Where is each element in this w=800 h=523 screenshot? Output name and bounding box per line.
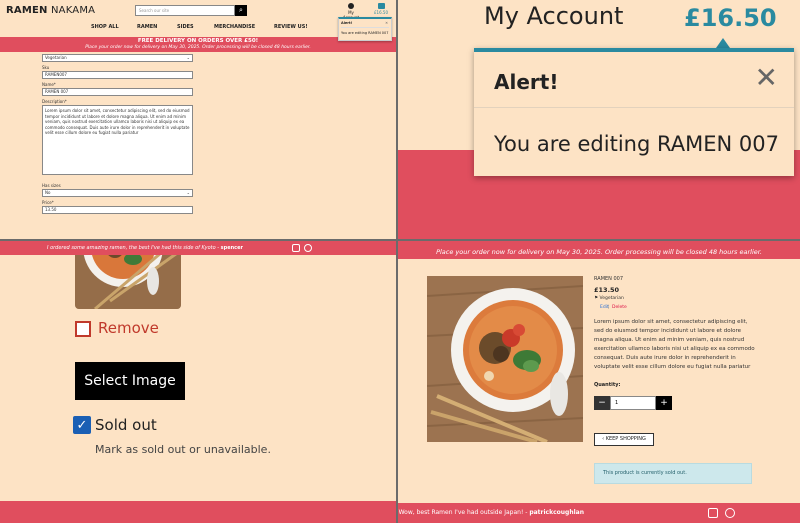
image-options-panel: Remove Select Image ✓ Sold out Mark as s…: [0, 241, 396, 523]
alert-toast: Alert! ✕ You are editing RAMEN 007: [474, 48, 794, 176]
search-button[interactable]: ⌕: [235, 5, 247, 16]
sold-out-label: Sold out: [95, 416, 157, 434]
delete-link[interactable]: Delete: [612, 305, 627, 310]
remove-image-checkbox[interactable]: [75, 321, 91, 337]
delivery-banner: Place your order now for delivery on May…: [398, 241, 800, 259]
checkmark-icon: ✓: [76, 418, 88, 433]
delivery-banner: FREE DELIVERY ON ORDERS OVER £50! Place …: [0, 37, 396, 52]
price-label: Price*: [42, 200, 54, 205]
has-sizes-select[interactable]: No: [42, 189, 193, 197]
product-name: RAMEN 007: [594, 276, 624, 282]
price-input[interactable]: 13.50: [42, 206, 193, 214]
footer-review: Wow, best Ramen I've had outside Japan! …: [398, 509, 584, 516]
description-textarea[interactable]: Lorem ipsum dolor sit amet, consectetur …: [42, 105, 193, 175]
sold-out-notice: This product is currently sold out.: [594, 463, 752, 484]
product-price: £13.50: [594, 286, 620, 294]
product-category[interactable]: ⚑ Vegetarian: [594, 296, 624, 301]
alert-title: Alert!: [341, 21, 389, 28]
review-ticker: I ordered some amazing ramen, the best I…: [0, 241, 396, 255]
product-description: Lorem ipsum dolor sit amet, consectetur …: [594, 319, 755, 370]
review-text: I ordered some amazing ramen, the best I…: [47, 245, 221, 251]
alert-caret: [716, 38, 730, 48]
page-title: My Account: [484, 2, 624, 30]
search-input[interactable]: Search our site: [135, 5, 235, 16]
nav-shop-all[interactable]: SHOP ALL: [91, 24, 119, 30]
description-label: Description*: [42, 99, 67, 104]
select-image-button[interactable]: Select Image: [75, 362, 185, 400]
alert-message: You are editing RAMEN 007: [494, 132, 779, 156]
account-alert-panel: My Account £16.50 Alert! ✕ You are editi…: [398, 0, 800, 239]
sold-out-help-text: Mark as sold out or unavailable.: [95, 443, 271, 456]
sku-input[interactable]: RAMEN007: [42, 71, 193, 79]
close-icon[interactable]: ✕: [385, 21, 388, 25]
banner-title: FREE DELIVERY ON ORDERS OVER £50!: [137, 38, 259, 44]
remove-image-label: Remove: [98, 319, 159, 337]
quantity-input[interactable]: 1: [610, 396, 656, 410]
footer-bar: [0, 501, 396, 523]
quantity-label: Quantity:: [594, 382, 621, 388]
link-divider: |: [608, 305, 610, 310]
has-sizes-label: Has sizes: [42, 183, 61, 188]
shopping-bag-icon: [377, 3, 385, 9]
user-icon: [348, 3, 354, 9]
product-image: [427, 276, 583, 442]
alert-header: Alert! ✕: [474, 52, 794, 108]
product-edit-form: Vegetarian Sku RAMEN007 Name* RAMEN 007 …: [42, 54, 197, 214]
review-author: spencer: [220, 245, 243, 251]
name-input[interactable]: RAMEN 007: [42, 88, 193, 96]
product-detail-panel: Place your order now for delivery on May…: [398, 241, 800, 523]
decrement-quantity-button[interactable]: −: [594, 396, 610, 410]
instagram-icon[interactable]: [292, 244, 300, 252]
footer-bar: Wow, best Ramen I've had outside Japan! …: [398, 503, 800, 523]
instagram-icon[interactable]: [708, 508, 718, 518]
alert-body: You are editing RAMEN 007: [341, 31, 389, 35]
site-logo[interactable]: RAMEN NAKAMA: [6, 5, 95, 16]
increment-quantity-button[interactable]: +: [656, 396, 672, 410]
nav-ramen[interactable]: RAMEN: [137, 24, 157, 30]
keep-shopping-button[interactable]: ‹ KEEP SHOPPING: [594, 433, 654, 446]
search-icon: ⌕: [239, 6, 243, 14]
banner-subtitle: Place your order now for delivery on May…: [85, 45, 311, 50]
whatsapp-icon[interactable]: [725, 508, 735, 518]
nav-sides[interactable]: SIDES: [177, 24, 194, 30]
category-select[interactable]: Vegetarian: [42, 54, 193, 62]
nav-merchandise[interactable]: MERCHANDISE: [214, 24, 255, 30]
whatsapp-icon[interactable]: [304, 244, 312, 252]
close-icon[interactable]: ✕: [755, 64, 778, 92]
sku-label: Sku: [42, 65, 50, 70]
shopping-bag-link[interactable]: £16.50: [372, 3, 390, 15]
alert-toast-mini: Alert! ✕ You are editing RAMEN 007: [338, 17, 392, 41]
alert-title: Alert!: [494, 70, 559, 94]
site-header: RAMEN NAKAMA Search our site ⌕ SHOP ALL …: [0, 0, 396, 37]
edit-product-page-panel: RAMEN NAKAMA Search our site ⌕ SHOP ALL …: [0, 0, 396, 239]
sold-out-checkbox[interactable]: ✓: [73, 416, 91, 434]
bag-total[interactable]: £16.50: [684, 4, 777, 32]
name-label: Name*: [42, 82, 56, 87]
nav-review-us[interactable]: REVIEW US!: [274, 24, 308, 30]
